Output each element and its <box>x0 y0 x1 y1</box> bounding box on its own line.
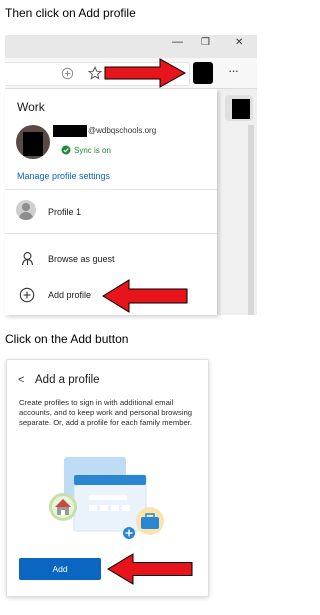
add-button[interactable]: Add <box>19 558 101 580</box>
pointer-arrow-to-add-profile <box>102 279 188 313</box>
minimize-button[interactable]: — <box>172 36 183 48</box>
close-button[interactable]: ✕ <box>235 37 243 48</box>
check-circle-icon <box>61 145 71 155</box>
instruction-step-2: Click on the Add button <box>5 332 129 346</box>
restore-button[interactable]: ❐ <box>201 37 210 48</box>
dialog-title: Add a profile <box>35 374 100 386</box>
flyout-divider <box>5 233 217 234</box>
manage-profile-settings-link[interactable]: Manage profile settings <box>17 171 110 181</box>
browser-title-bar <box>5 35 257 58</box>
profile-1-item[interactable]: Profile 1 <box>48 207 81 217</box>
add-profile-item[interactable]: Add profile <box>48 290 91 300</box>
profile-1-avatar <box>16 200 36 220</box>
scrollbar[interactable] <box>248 125 254 315</box>
pointer-arrow-to-add-button <box>107 553 193 585</box>
instruction-step-1: Then click on Add profile <box>5 6 136 20</box>
add-profile-icon <box>19 287 35 303</box>
profile-email: @wdbqschools.org <box>88 126 157 135</box>
page-avatar-redaction <box>232 99 250 119</box>
profiles-illustration <box>49 457 164 539</box>
pointer-arrow-to-profile <box>104 58 186 88</box>
guest-icon <box>21 252 34 266</box>
sync-status: Sync is on <box>74 146 111 155</box>
profile-heading: Work <box>17 100 45 114</box>
browse-as-guest-item[interactable]: Browse as guest <box>48 254 115 264</box>
dialog-description: Create profiles to sign in with addition… <box>19 398 193 427</box>
profile-avatar-button[interactable] <box>193 62 213 84</box>
flyout-divider <box>5 189 217 190</box>
back-button[interactable]: < <box>18 374 24 386</box>
more-options-icon[interactable]: ··· <box>228 63 239 78</box>
profile-avatar <box>16 125 50 159</box>
redacted-username <box>53 125 87 137</box>
add-to-favorites-icon[interactable] <box>61 67 74 80</box>
star-icon[interactable] <box>88 66 102 80</box>
